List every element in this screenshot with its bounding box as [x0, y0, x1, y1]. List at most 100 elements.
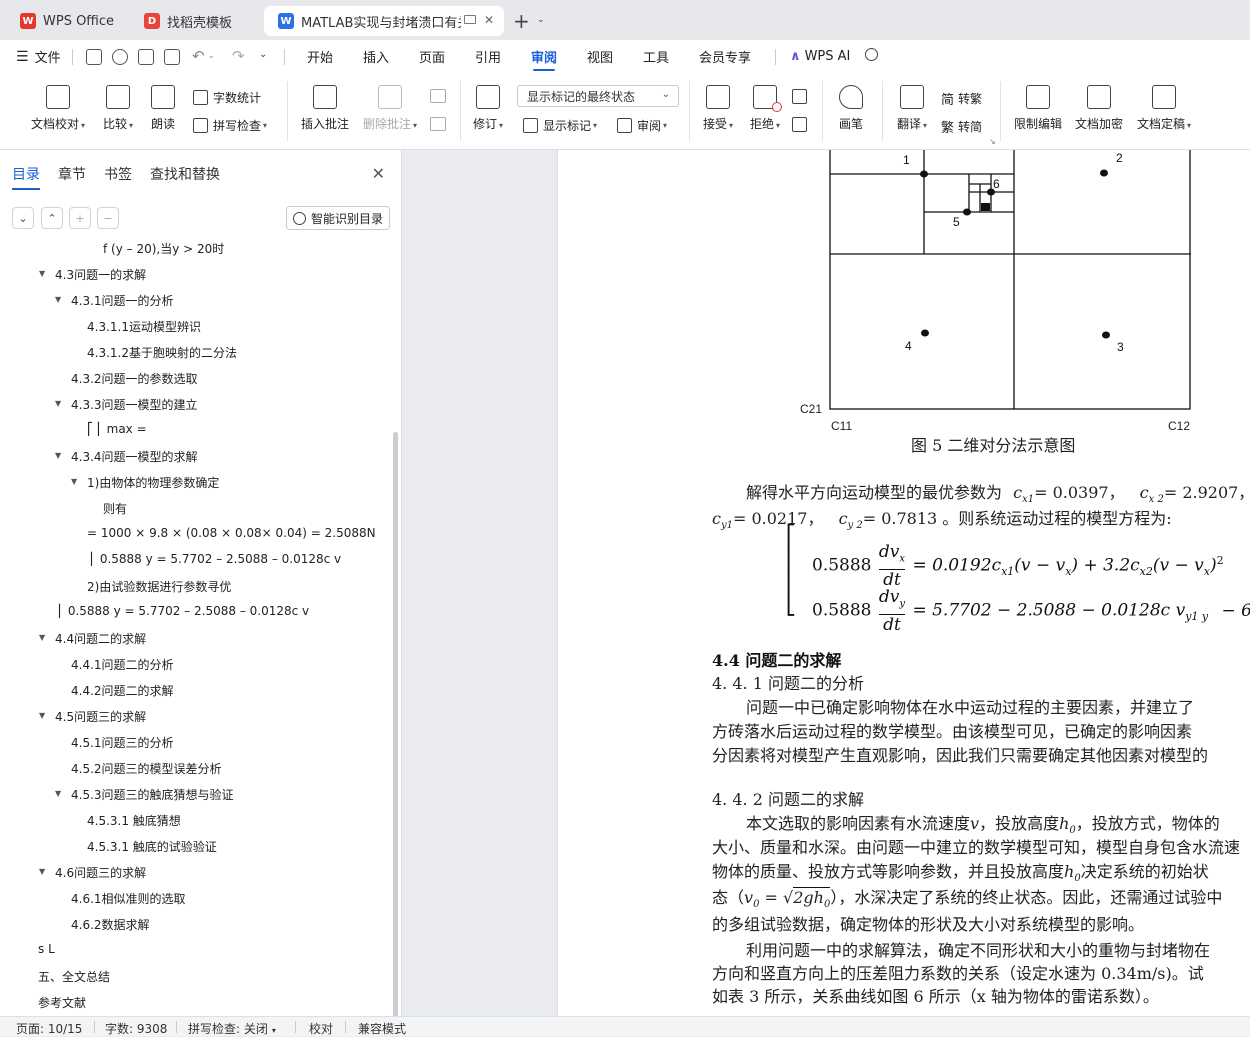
toc-item[interactable]: 4.4问题二的求解: [55, 630, 146, 647]
toc-item[interactable]: 4.6问题三的求解: [55, 864, 146, 881]
toc-item[interactable]: 4.5.3.1 触底猜想: [87, 812, 181, 829]
toc-item[interactable]: 4.3问题一的求解: [55, 266, 146, 283]
document-page[interactable]: 1 2 3 4 5 6 C21 C11 C12 图 5 二维对分法示意图 解得水…: [558, 150, 1250, 1016]
menu-reference[interactable]: 引用: [475, 40, 501, 73]
to-simplified-button[interactable]: 繁 转简: [941, 117, 982, 136]
translate-button[interactable]: 翻译 ▾: [892, 73, 932, 132]
insert-comment-button[interactable]: 插入批注: [298, 73, 352, 132]
print-preview-icon[interactable]: [164, 49, 180, 65]
remove-heading-button[interactable]: −: [97, 207, 119, 229]
menu-review[interactable]: 审阅: [531, 40, 557, 73]
collapse-all-button[interactable]: ⌃: [41, 207, 63, 229]
show-markup-button[interactable]: 显示标记 ▾: [523, 117, 597, 134]
toc-item[interactable]: 4.3.3问题一模型的建立: [71, 396, 198, 413]
doc-check-button[interactable]: 文档校对 ▾: [28, 73, 88, 132]
toc-item[interactable]: 4.3.2问题一的参数选取: [71, 370, 198, 387]
tab-find-replace[interactable]: 查找和替换: [150, 164, 220, 190]
toc-item[interactable]: 4.4.2问题二的求解: [71, 682, 174, 699]
spell-check-button[interactable]: 拼写检查 ▾: [193, 117, 267, 134]
toc-item[interactable]: 参考文献: [38, 994, 86, 1011]
menu-view[interactable]: 视图: [587, 40, 613, 73]
close-icon[interactable]: ✕: [372, 164, 385, 183]
delete-comment-button[interactable]: 删除批注 ▾: [360, 73, 420, 132]
tab-chapters[interactable]: 章节: [58, 164, 86, 190]
prev-change-icon[interactable]: [792, 89, 807, 104]
read-aloud-button[interactable]: 朗读: [146, 73, 180, 132]
spell-check-indicator[interactable]: 拼写检查: 关闭 ▾: [188, 1020, 276, 1037]
expand-group-icon[interactable]: ↘: [989, 137, 996, 146]
toc-collapse-arrow-icon[interactable]: ▼: [55, 451, 61, 460]
toc-collapse-arrow-icon[interactable]: ▼: [71, 477, 77, 486]
toc-item[interactable]: 4.3.1.2基于胞映射的二分法: [87, 344, 237, 361]
wps-ai-button[interactable]: ∧ WPS AI: [790, 40, 850, 73]
toc-item[interactable]: = 1000 × 9.8 × (0.08 × 0.08× 0.04) = 2.5…: [87, 526, 376, 540]
tab-wps-office[interactable]: W WPS Office: [6, 6, 124, 36]
search-icon[interactable]: [865, 48, 878, 61]
toc-item[interactable]: 4.3.1.1运动模型辨识: [87, 318, 201, 335]
prev-comment-icon[interactable]: [430, 89, 446, 103]
next-comment-icon[interactable]: [430, 117, 446, 131]
review-pane-button[interactable]: 审阅 ▾: [617, 117, 667, 134]
toc-collapse-arrow-icon[interactable]: ▼: [39, 711, 45, 720]
tab-toc[interactable]: 目录: [12, 164, 40, 190]
word-count-indicator[interactable]: 字数: 9308: [105, 1020, 167, 1037]
share-icon[interactable]: [112, 49, 128, 65]
track-changes-button[interactable]: 修订 ▾: [468, 73, 508, 132]
toc-item[interactable]: 五、全文总结: [38, 968, 110, 985]
toc-item[interactable]: 4.3.4问题一模型的求解: [71, 448, 198, 465]
add-heading-button[interactable]: +: [69, 207, 91, 229]
toc-item[interactable]: 4.5.3问题三的触底猜想与验证: [71, 786, 234, 803]
toc-collapse-arrow-icon[interactable]: ▼: [39, 633, 45, 642]
menu-insert[interactable]: 插入: [363, 40, 389, 73]
print-icon[interactable]: [138, 49, 154, 65]
expand-all-button[interactable]: ⌄: [12, 207, 34, 229]
toc-item[interactable]: s L: [38, 942, 55, 956]
markup-display-select[interactable]: 显示标记的最终状态 ⌄: [517, 85, 679, 107]
close-tab-icon[interactable]: ✕: [484, 13, 494, 27]
toc-item[interactable]: 2)由试验数据进行参数寻优: [87, 578, 231, 595]
toc-item[interactable]: 4.5问题三的求解: [55, 708, 146, 725]
toc-item[interactable]: 4.4.1问题二的分析: [71, 656, 174, 673]
toc-collapse-arrow-icon[interactable]: ▼: [55, 295, 61, 304]
toc-collapse-arrow-icon[interactable]: ▼: [39, 269, 45, 278]
menu-tools[interactable]: 工具: [643, 40, 669, 73]
compare-button[interactable]: 比较 ▾: [96, 73, 140, 132]
toc-item[interactable]: 1)由物体的物理参数确定: [87, 474, 219, 491]
smart-toc-button[interactable]: 智能识别目录: [286, 206, 390, 230]
toc-item[interactable]: f (y – 20),当y > 20时: [103, 240, 224, 257]
accept-button[interactable]: 接受 ▾: [698, 73, 738, 132]
tab-document[interactable]: W MATLAB实现与封堵溃口有关 ✕: [264, 6, 504, 36]
next-change-icon[interactable]: [792, 117, 807, 132]
tab-list-chevron-icon[interactable]: ⌄: [537, 15, 545, 25]
toc-collapse-arrow-icon[interactable]: ▼: [55, 399, 61, 408]
new-tab-icon[interactable]: +: [513, 9, 530, 33]
file-menu[interactable]: ☰ 文件: [16, 40, 61, 73]
toc-item[interactable]: 4.6.1相似准则的选取: [71, 890, 186, 907]
to-traditional-button[interactable]: 简 转繁: [941, 89, 982, 108]
toc-item[interactable]: 4.3.1问题一的分析: [71, 292, 174, 309]
more-chevron-icon[interactable]: ⌄: [259, 49, 267, 60]
save-icon[interactable]: [86, 49, 102, 65]
toc-item[interactable]: 4.5.3.1 触底的试验验证: [87, 838, 217, 855]
redo-icon[interactable]: ↷: [232, 47, 245, 65]
page-indicator[interactable]: 页面: 10/15: [16, 1020, 82, 1037]
menu-member[interactable]: 会员专享: [699, 40, 751, 73]
word-count-button[interactable]: 字数统计: [193, 89, 261, 106]
toc-item[interactable]: 则有: [103, 500, 127, 517]
undo-dropdown-icon[interactable]: ⌄: [208, 51, 215, 60]
toc-collapse-arrow-icon[interactable]: ▼: [39, 867, 45, 876]
toc-collapse-arrow-icon[interactable]: ▼: [55, 789, 61, 798]
pen-button[interactable]: 画笔: [834, 73, 868, 132]
toc-item[interactable]: 4.5.2问题三的模型误差分析: [71, 760, 222, 777]
encrypt-button[interactable]: 文档加密: [1072, 73, 1126, 132]
menu-start[interactable]: 开始: [307, 40, 333, 73]
toc-item[interactable]: 4.5.1问题三的分析: [71, 734, 174, 751]
restrict-edit-button[interactable]: 限制编辑: [1011, 73, 1065, 132]
toc-item[interactable]: 4.6.2数据求解: [71, 916, 150, 933]
menu-page[interactable]: 页面: [419, 40, 445, 73]
undo-icon[interactable]: ↶: [192, 47, 205, 65]
tab-bookmarks[interactable]: 书签: [104, 164, 132, 190]
proofread-button[interactable]: 校对: [309, 1020, 333, 1037]
tab-docer-templates[interactable]: D 找稻壳模板: [130, 6, 258, 36]
reject-button[interactable]: 拒绝 ▾: [745, 73, 785, 132]
